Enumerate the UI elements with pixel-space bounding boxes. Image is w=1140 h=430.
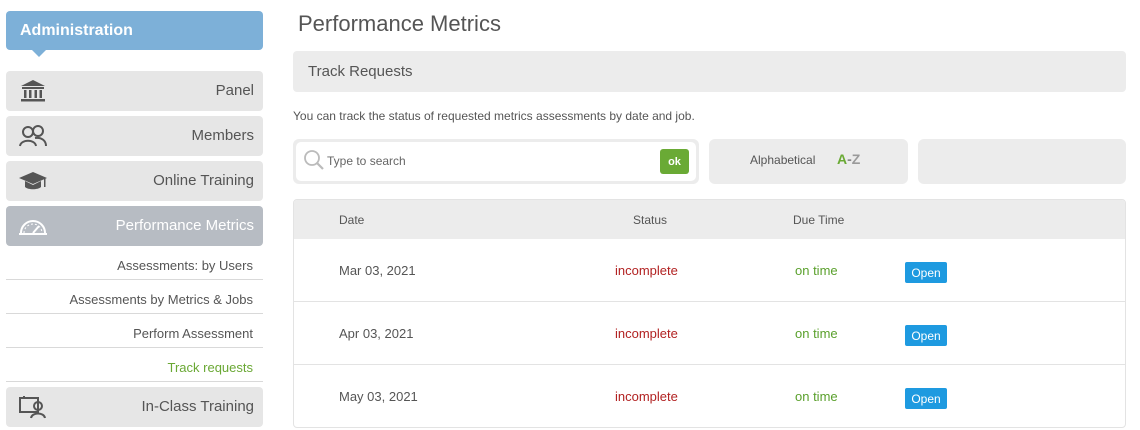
sidebar-header: Administration bbox=[6, 11, 263, 57]
row-status: incomplete bbox=[615, 263, 678, 278]
section-header: Track Requests bbox=[293, 51, 1126, 92]
sidebar-item-in-class-training[interactable]: In-Class Training bbox=[6, 387, 263, 427]
row-due-time: on time bbox=[795, 263, 838, 278]
table-row: Apr 03, 2021 incomplete on time Open bbox=[294, 302, 1125, 365]
members-icon bbox=[18, 123, 48, 149]
sort-z: Z bbox=[851, 151, 861, 167]
subnav-item-label: Assessments: by Users bbox=[117, 258, 253, 273]
speedometer-icon bbox=[18, 213, 48, 239]
graduation-cap-icon bbox=[18, 168, 48, 194]
subnav-item-label: Assessments by Metrics & Jobs bbox=[69, 292, 254, 307]
sidebar-item-panel[interactable]: Panel bbox=[6, 71, 263, 111]
classroom-icon bbox=[18, 394, 48, 420]
open-button[interactable]: Open bbox=[905, 325, 947, 346]
row-status: incomplete bbox=[615, 326, 678, 341]
sidebar: Administration Panel Members Online Trai… bbox=[6, 11, 263, 427]
open-button[interactable]: Open bbox=[905, 388, 947, 409]
column-header-status: Status bbox=[633, 213, 668, 227]
sidebar-item-label: Panel bbox=[215, 82, 254, 99]
row-due-time: on time bbox=[795, 389, 838, 404]
page-description: You can track the status of requested me… bbox=[293, 109, 695, 123]
subnav-item-track-requests[interactable]: Track requests bbox=[6, 348, 263, 382]
sidebar-item-performance-metrics[interactable]: Performance Metrics bbox=[6, 206, 263, 246]
search-box: ok bbox=[293, 139, 699, 184]
search-ok-button[interactable]: ok bbox=[660, 149, 689, 174]
bank-icon bbox=[18, 78, 48, 104]
search-field: ok bbox=[296, 142, 696, 181]
table-row: Mar 03, 2021 incomplete on time Open bbox=[294, 239, 1125, 302]
subnav-item-assessments-by-users[interactable]: Assessments: by Users bbox=[6, 246, 263, 280]
row-date: Mar 03, 2021 bbox=[339, 263, 416, 278]
requests-table: Date Status Due Time Mar 03, 2021 incomp… bbox=[293, 199, 1126, 428]
row-status: incomplete bbox=[615, 389, 678, 404]
table-header: Date Status Due Time bbox=[294, 200, 1125, 239]
open-button[interactable]: Open bbox=[905, 262, 947, 283]
row-date: Apr 03, 2021 bbox=[339, 326, 414, 341]
column-header-date: Date bbox=[339, 213, 365, 227]
sidebar-item-label: In-Class Training bbox=[141, 398, 254, 415]
subnav-item-perform-assessment[interactable]: Perform Assessment bbox=[6, 314, 263, 348]
sidebar-header-title: Administration bbox=[20, 22, 133, 39]
sidebar-item-label: Online Training bbox=[153, 172, 254, 189]
sort-label: Alphabetical bbox=[750, 153, 816, 167]
table-row: May 03, 2021 incomplete on time Open bbox=[294, 365, 1125, 427]
filter-box[interactable] bbox=[918, 139, 1126, 184]
sidebar-item-label: Performance Metrics bbox=[115, 217, 254, 234]
row-due-time: on time bbox=[795, 326, 838, 341]
sidebar-item-label: Members bbox=[191, 127, 254, 144]
search-icon bbox=[303, 149, 325, 171]
subnav-item-label: Perform Assessment bbox=[133, 326, 253, 341]
subnav-item-assessments-by-metrics-jobs[interactable]: Assessments by Metrics & Jobs bbox=[6, 280, 263, 314]
sort-alphabetical-button[interactable]: Alphabetical A-Z bbox=[709, 139, 908, 184]
sidebar-item-members[interactable]: Members bbox=[6, 116, 263, 156]
sort-a: A bbox=[837, 151, 848, 167]
section-title: Track Requests bbox=[308, 63, 413, 80]
row-date: May 03, 2021 bbox=[339, 389, 418, 404]
sidebar-item-online-training[interactable]: Online Training bbox=[6, 161, 263, 201]
subnav-item-label: Track requests bbox=[167, 360, 254, 375]
page-title: Performance Metrics bbox=[298, 11, 501, 36]
column-header-due-time: Due Time bbox=[793, 213, 845, 227]
sort-az-icon: A-Z bbox=[837, 151, 860, 167]
search-input[interactable] bbox=[327, 150, 657, 172]
